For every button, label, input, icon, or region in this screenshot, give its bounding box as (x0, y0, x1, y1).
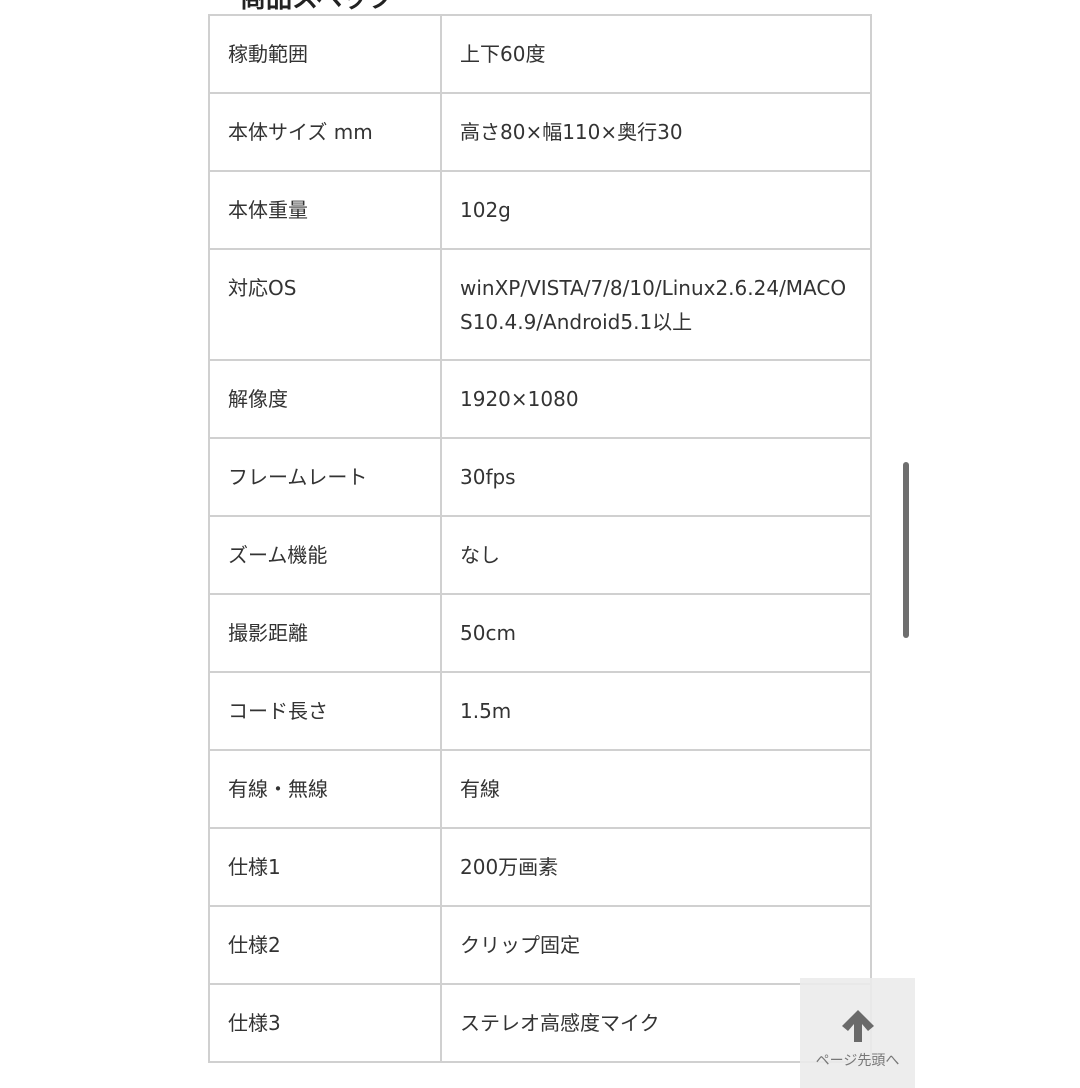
spec-value: 高さ80×幅110×奥行30 (440, 92, 872, 172)
page-top-label: ページ先頭へ (815, 1053, 900, 1069)
arrow-up-icon (841, 1010, 874, 1042)
spec-value: 200万画素 (440, 827, 872, 907)
spec-value: 上下60度 (440, 14, 872, 94)
spec-value: クリップ固定 (440, 905, 872, 985)
table-row: 稼動範囲 上下60度 (208, 14, 872, 94)
spec-value: 有線 (440, 749, 872, 829)
table-row: 対応OS winXP/VISTA/7/8/10/Linux2.6.24/MACOS… (208, 248, 872, 361)
table-row: コード長さ 1.5m (208, 671, 872, 751)
spec-value: 30fps (440, 437, 872, 517)
spec-label: ズーム機能 (208, 515, 442, 595)
spec-value: winXP/VISTA/7/8/10/Linux2.6.24/MACOS10.4… (440, 248, 872, 361)
spec-label: 仕様2 (208, 905, 442, 985)
scrollbar[interactable] (903, 462, 909, 638)
spec-label: 仕様1 (208, 827, 442, 907)
spec-label: 本体サイズ mm (208, 92, 442, 172)
table-row: 解像度 1920×1080 (208, 359, 872, 439)
section-title: 商品スペック (240, 0, 394, 15)
spec-label: 本体重量 (208, 170, 442, 250)
table-row: ズーム機能 なし (208, 515, 872, 595)
spec-value: 1920×1080 (440, 359, 872, 439)
spec-value: 50cm (440, 593, 872, 673)
spec-label: 撮影距離 (208, 593, 442, 673)
spec-label: 解像度 (208, 359, 442, 439)
table-row: フレームレート 30fps (208, 437, 872, 517)
table-row: 仕様1 200万画素 (208, 827, 872, 907)
spec-label: フレームレート (208, 437, 442, 517)
spec-value: 102g (440, 170, 872, 250)
spec-label: 対応OS (208, 248, 442, 361)
spec-label: 仕様3 (208, 983, 442, 1063)
table-row: 有線・無線 有線 (208, 749, 872, 829)
spec-table: 稼動範囲 上下60度 本体サイズ mm 高さ80×幅110×奥行30 本体重量 102g 対… (208, 14, 872, 1063)
spec-label: 有線・無線 (208, 749, 442, 829)
table-row: 撮影距離 50cm (208, 593, 872, 673)
spec-value: 1.5m (440, 671, 872, 751)
table-row: 仕様2 クリップ固定 (208, 905, 872, 985)
table-row: 本体サイズ mm 高さ80×幅110×奥行30 (208, 92, 872, 172)
spec-value: なし (440, 515, 872, 595)
spec-label: コード長さ (208, 671, 442, 751)
table-row: 本体重量 102g (208, 170, 872, 250)
table-row: 仕様3 ステレオ高感度マイク (208, 983, 872, 1063)
spec-label: 稼動範囲 (208, 14, 442, 94)
page-top-button[interactable]: ページ先頭へ (800, 978, 915, 1088)
